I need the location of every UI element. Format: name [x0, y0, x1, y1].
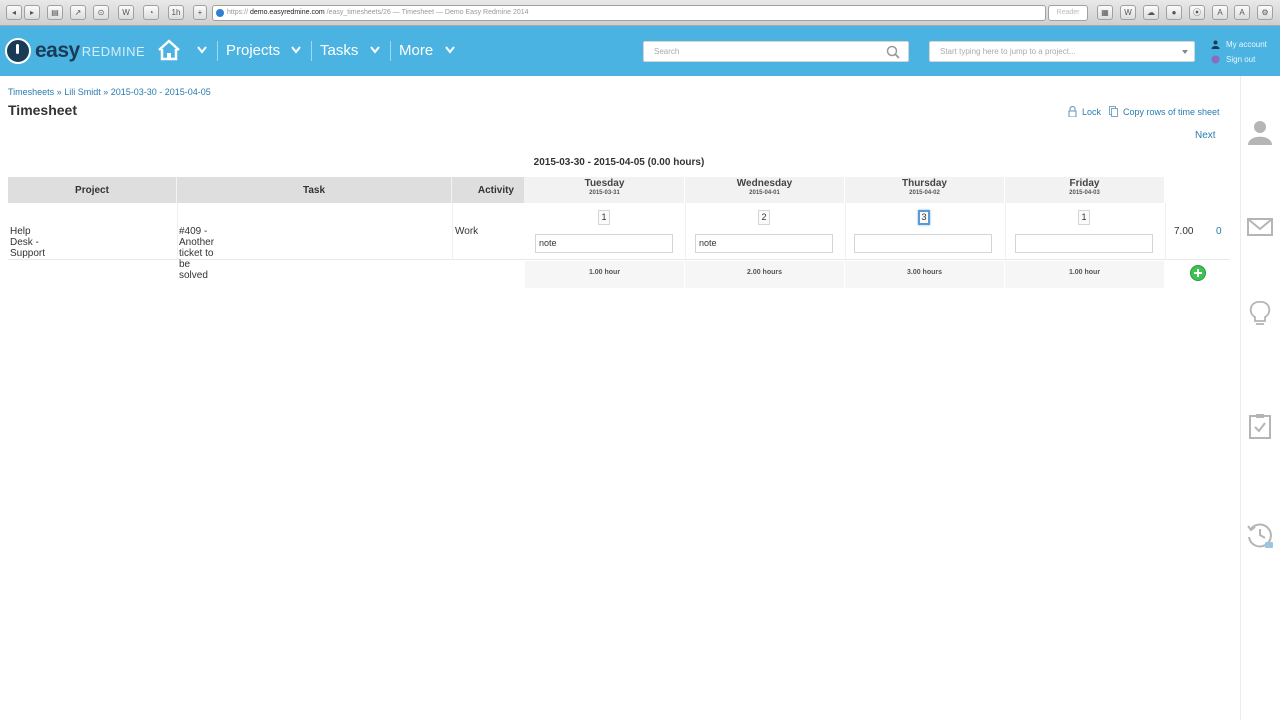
secure-icon: [216, 9, 224, 17]
sign-out-link[interactable]: Sign out: [1211, 55, 1255, 64]
bookmarks-button[interactable]: ⊙: [93, 5, 109, 20]
extension-button-3[interactable]: ☁: [1143, 5, 1159, 20]
row-task[interactable]: #409 - Another ticket to be solved: [179, 226, 214, 281]
settings-button[interactable]: ⚙: [1257, 5, 1273, 20]
column-divider: [845, 203, 846, 260]
address-bar[interactable]: https:// demo.easyredmine.com /easy_time…: [212, 5, 1046, 21]
column-header-project: Project: [8, 177, 177, 203]
clipboard-check-icon[interactable]: [1246, 412, 1274, 440]
new-tab-button[interactable]: +: [193, 5, 207, 20]
row-project[interactable]: Help Desk - Support: [10, 226, 45, 259]
next-week-link[interactable]: Next: [1195, 130, 1216, 141]
note-input-tuesday[interactable]: note: [535, 234, 673, 253]
lock-link[interactable]: Lock: [1068, 106, 1101, 117]
user-icon[interactable]: [1246, 118, 1274, 146]
share-button[interactable]: ↗: [70, 5, 86, 20]
history-button[interactable]: ◔: [143, 5, 159, 20]
nav-tasks[interactable]: Tasks: [320, 42, 358, 59]
home-icon[interactable]: [157, 38, 181, 62]
timesheet-period-caption: 2015-03-30 - 2015-04-05 (0.00 hours): [533, 157, 705, 168]
row-total-hours: 7.00: [1174, 226, 1194, 237]
extension-button-4[interactable]: ●: [1166, 5, 1182, 20]
note-input-friday[interactable]: [1015, 234, 1153, 253]
tasks-chevron-down-icon[interactable]: [370, 46, 380, 54]
column-header-activity: Activity: [452, 177, 525, 203]
copy-rows-link[interactable]: Copy rows of time sheet: [1109, 106, 1220, 117]
extension-button-2[interactable]: W: [1120, 5, 1136, 20]
column-divider: [1165, 203, 1166, 260]
day-header-friday: Friday 2015-04-03: [1005, 177, 1165, 203]
note-input-wednesday[interactable]: note: [695, 234, 833, 253]
page-title: Timesheet: [8, 102, 77, 118]
search-icon[interactable]: [886, 45, 900, 59]
right-sidebar: [1240, 76, 1280, 720]
chevron-down-icon: [1182, 50, 1188, 54]
my-account-link[interactable]: My account: [1211, 40, 1267, 49]
power-logo-icon: [5, 38, 31, 64]
column-divider: [685, 203, 686, 260]
sidebar-toggle-button[interactable]: ▤: [47, 5, 63, 20]
history-icon[interactable]: [1246, 521, 1274, 549]
hours-input-wednesday[interactable]: 2: [758, 210, 770, 225]
row-activity: Work: [455, 226, 479, 237]
font-decrease-button[interactable]: A: [1212, 5, 1228, 20]
day-total-wednesday: 2.00 hours: [685, 261, 845, 288]
day-total-friday: 1.00 hour: [1005, 261, 1165, 288]
row-remove-link[interactable]: 0: [1216, 226, 1222, 237]
day-header-tuesday: Tuesday 2015-03-31: [525, 177, 685, 203]
lock-icon: [1068, 106, 1077, 117]
plus-circle-icon[interactable]: [1190, 265, 1206, 281]
day-header-wednesday: Wednesday 2015-04-01: [685, 177, 845, 203]
back-button[interactable]: ◂: [6, 5, 22, 20]
more-chevron-down-icon[interactable]: [445, 46, 455, 54]
nav-separator: [311, 41, 312, 61]
column-divider: [1005, 203, 1006, 260]
reader-button[interactable]: Reader: [1048, 5, 1088, 21]
user-icon: [1211, 40, 1220, 49]
top-sites-button[interactable]: 1h: [168, 5, 184, 20]
hours-input-friday[interactable]: 1: [1078, 210, 1090, 225]
projects-chevron-down-icon[interactable]: [291, 46, 301, 54]
extension-button-1[interactable]: ▦: [1097, 5, 1113, 20]
nav-separator: [390, 41, 391, 61]
day-header-thursday: Thursday 2015-04-02: [845, 177, 1005, 203]
hours-input-thursday[interactable]: 3: [918, 210, 930, 225]
column-divider: [452, 203, 453, 260]
home-dropdown-chevron-icon[interactable]: [197, 46, 207, 54]
nav-separator: [217, 41, 218, 61]
easyredmine-logo[interactable]: easy REDMINE: [5, 37, 145, 65]
search-input[interactable]: Search: [643, 41, 909, 62]
hours-input-tuesday[interactable]: 1: [598, 210, 610, 225]
day-total-tuesday: 1.00 hour: [525, 261, 685, 288]
breadcrumb[interactable]: Timesheets » Lili Smidt » 2015-03-30 - 2…: [8, 87, 211, 97]
extension-button-5[interactable]: ⦿: [1189, 5, 1205, 20]
lightbulb-icon[interactable]: [1246, 300, 1274, 328]
power-icon: [1211, 55, 1220, 64]
nav-projects[interactable]: Projects: [226, 42, 280, 59]
note-input-thursday[interactable]: [854, 234, 992, 253]
project-jump-select[interactable]: Start typing here to jump to a project..…: [929, 41, 1195, 62]
column-divider: [177, 203, 178, 260]
mail-icon[interactable]: [1246, 213, 1274, 241]
column-header-task: Task: [177, 177, 452, 203]
day-total-thursday: 3.00 hours: [845, 261, 1005, 288]
copy-icon: [1109, 106, 1118, 117]
browser-toolbar: ◂ ▸ ▤ ↗ ⊙ W ◔ 1h + https:// demo.easyred…: [0, 0, 1280, 26]
reading-list-button[interactable]: W: [118, 5, 134, 20]
nav-more[interactable]: More: [399, 42, 433, 59]
font-increase-button[interactable]: A: [1234, 5, 1250, 20]
forward-button[interactable]: ▸: [24, 5, 40, 20]
